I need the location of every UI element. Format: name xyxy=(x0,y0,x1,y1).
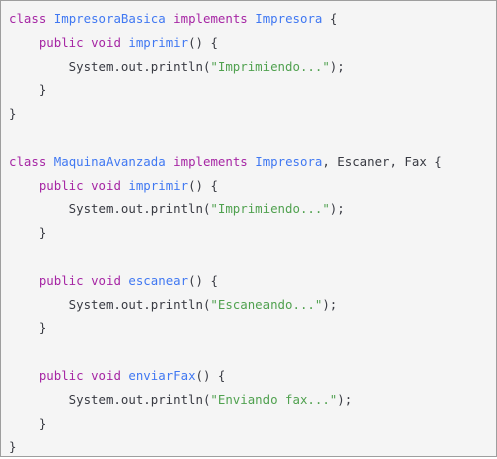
code-line: } xyxy=(9,412,496,436)
code-line: } xyxy=(9,221,496,245)
code-token: "Imprimiendo..." xyxy=(210,201,330,217)
code-token: public xyxy=(38,34,84,50)
code-token: void xyxy=(91,34,121,50)
code-token: imprimir xyxy=(128,177,189,193)
code-token: ); xyxy=(337,391,353,407)
code-line: public void imprimir() { xyxy=(9,174,496,198)
code-token: ); xyxy=(329,201,345,217)
code-line: public void escanear() { xyxy=(9,269,496,293)
code-line: System.out.println("Imprimiendo..."); xyxy=(9,197,496,221)
code-lines: class ImpresoraBasica implements Impreso… xyxy=(9,7,496,459)
code-line: public void enviarFax() { xyxy=(9,364,496,388)
code-line: System.out.println("Imprimiendo..."); xyxy=(9,55,496,79)
code-token: ); xyxy=(322,296,338,312)
code-token: void xyxy=(91,367,121,383)
code-line: class ImpresoraBasica implements Impreso… xyxy=(9,7,496,31)
code-token: System.out.println( xyxy=(9,296,211,312)
code-line: System.out.println("Enviando fax..."); xyxy=(9,388,496,412)
code-token: System.out.println( xyxy=(9,58,211,74)
code-token: () { xyxy=(188,177,218,193)
code-token: } xyxy=(9,439,17,455)
code-token: imprimir xyxy=(128,34,189,50)
code-token: public xyxy=(38,272,84,288)
code-token: void xyxy=(91,272,121,288)
code-line: ​ xyxy=(9,126,496,150)
code-line: } xyxy=(9,316,496,340)
code-line: System.out.println("Escaneando..."); xyxy=(9,293,496,317)
code-token: System.out.println( xyxy=(9,391,211,407)
code-token: "Imprimiendo..." xyxy=(210,58,330,74)
code-line: ​ xyxy=(9,340,496,364)
code-token: , Escaner, Fax { xyxy=(322,153,442,169)
code-token: ImpresoraBasica xyxy=(53,11,166,26)
code-token: ); xyxy=(329,58,345,74)
code-token: "Escaneando..." xyxy=(210,296,323,312)
code-token: } xyxy=(9,106,17,122)
code-token: implements xyxy=(173,11,248,26)
code-token: public xyxy=(38,367,84,383)
code-block[interactable]: class ImpresoraBasica implements Impreso… xyxy=(0,0,497,457)
code-line: ​ xyxy=(9,245,496,269)
code-line: } xyxy=(9,78,496,102)
code-token: Impresora xyxy=(255,11,323,26)
code-token: System.out.println( xyxy=(9,201,211,217)
code-token: implements xyxy=(173,153,248,169)
code-token: Impresora xyxy=(255,153,323,169)
code-token: } xyxy=(9,415,47,431)
code-token: () { xyxy=(188,272,218,288)
code-token: public xyxy=(38,177,84,193)
code-token: MaquinaAvanzada xyxy=(53,153,166,169)
code-line: public void imprimir() { xyxy=(9,31,496,55)
code-token: enviarFax xyxy=(128,367,196,383)
code-token: escanear xyxy=(128,272,189,288)
code-token: } xyxy=(9,225,47,241)
code-token: "Enviando fax..." xyxy=(210,391,338,407)
code-token: { xyxy=(322,11,338,26)
code-line: class MaquinaAvanzada implements Impreso… xyxy=(9,150,496,174)
code-token: } xyxy=(9,320,47,336)
code-token: () { xyxy=(188,34,218,50)
code-token: void xyxy=(91,177,121,193)
code-token: class xyxy=(9,153,47,169)
code-line: } xyxy=(9,102,496,126)
code-token: } xyxy=(9,82,47,98)
code-token: () { xyxy=(195,367,226,383)
code-token: class xyxy=(9,11,47,26)
code-line: } xyxy=(9,435,496,459)
